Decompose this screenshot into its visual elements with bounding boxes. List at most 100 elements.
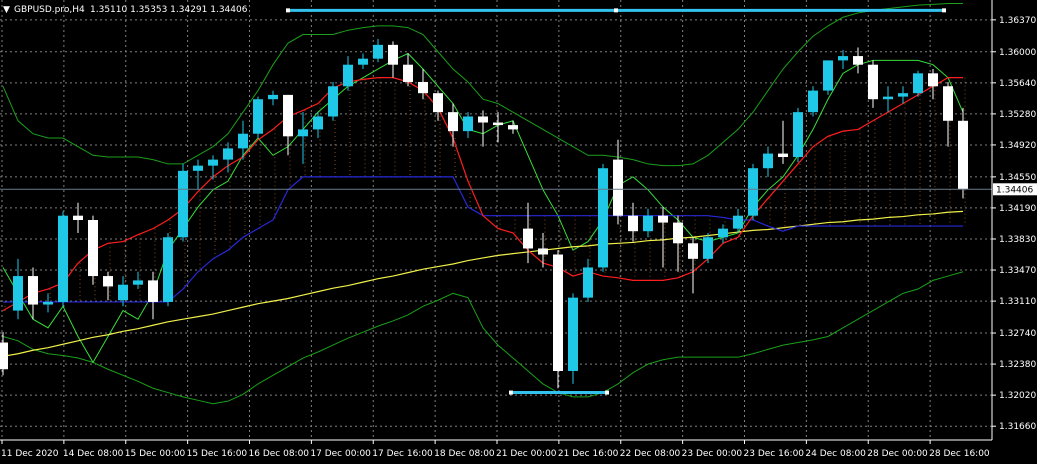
price-tick-label: 1.33830 [999, 235, 1036, 245]
candle-body [673, 222, 683, 244]
candle-body [628, 215, 638, 232]
candle-body [508, 125, 518, 130]
candle-body [703, 237, 713, 259]
time-tick-label: 28 Dec 00:00 [867, 449, 928, 459]
time-tick-label: 24 Dec 08:00 [805, 449, 866, 459]
candle-body [958, 120, 968, 189]
support-handle[interactable] [605, 390, 609, 395]
candle-body [433, 93, 443, 113]
candle-body [808, 90, 818, 113]
candle-body [313, 116, 323, 130]
candle-body [193, 165, 203, 171]
candle-body [403, 64, 413, 82]
candle-body [538, 248, 548, 255]
candle-body [853, 56, 863, 65]
candle-body [373, 44, 383, 59]
price-tick-label: 1.35280 [999, 110, 1036, 120]
time-tick-label: 17 Dec 16:00 [372, 449, 433, 459]
time-tick-label: 15 Dec 16:00 [187, 449, 248, 459]
time-tick-label: 23 Dec 00:00 [682, 449, 743, 459]
candle-body [658, 215, 668, 223]
price-tick-label: 1.34920 [999, 141, 1036, 151]
candle-body [253, 99, 263, 134]
candle-body [178, 170, 188, 238]
time-tick-label: 21 Dec 16:00 [558, 449, 619, 459]
price-tick-label: 1.33470 [999, 266, 1036, 276]
candle-body [133, 280, 143, 285]
symbol-label: GBPUSD.pro,H4 [14, 5, 85, 15]
price-chart[interactable]: 1.36370 1.36000 1.35640 1.35280 1.34920 1.345… [0, 0, 1037, 464]
candle-body [43, 301, 53, 305]
candle-body [493, 122, 503, 126]
candle-body [883, 96, 893, 100]
candle-body [103, 276, 113, 287]
candle-body [583, 267, 593, 298]
candle-body [28, 276, 38, 305]
time-tick-label: 21 Dec 00:00 [496, 449, 557, 459]
price-tick-label: 1.32380 [999, 360, 1036, 370]
candle-body [343, 64, 353, 87]
time-tick-label: 23 Dec 16:00 [744, 449, 805, 459]
current-price-label: 1.34406 [996, 185, 1033, 195]
candle-body [388, 44, 398, 65]
price-tick-label: 1.36370 [999, 16, 1036, 26]
price-tick-label: 1.35640 [999, 79, 1036, 89]
candle-body [688, 243, 698, 259]
candle-body [448, 112, 458, 132]
candle-body [553, 254, 563, 371]
candle-body [928, 73, 938, 87]
candle-body [328, 86, 338, 117]
time-tick-label: 14 Dec 08:00 [63, 449, 124, 459]
candle-body [298, 129, 308, 137]
candle-body [0, 342, 8, 370]
price-tick-label: 1.36000 [999, 48, 1036, 58]
candle-body [823, 60, 833, 91]
candle-body [223, 148, 233, 160]
time-tick-label: 18 Dec 08:00 [434, 449, 495, 459]
time-tick-label: 22 Dec 08:00 [620, 449, 681, 459]
resistance-handle[interactable] [942, 8, 946, 13]
time-tick-label: 28 Dec 16:00 [929, 449, 990, 459]
price-tick-label: 1.32740 [999, 329, 1036, 339]
resistance-handle[interactable] [614, 8, 618, 13]
candle-body [763, 153, 773, 169]
candle-body [898, 93, 908, 97]
candle-body [643, 215, 653, 232]
candle-body [778, 153, 788, 158]
candle-body [943, 86, 953, 121]
candle-body [358, 58, 368, 65]
candle-body [238, 133, 248, 149]
collapse-triangle-icon[interactable]: ▼ [3, 5, 10, 15]
resistance-handle[interactable] [286, 8, 290, 13]
candle-body [73, 215, 83, 220]
candle-body [598, 168, 608, 268]
candle-body [523, 228, 533, 249]
candle-body [793, 112, 803, 158]
price-tick-label: 1.33110 [999, 297, 1036, 307]
candle-body [748, 168, 758, 216]
candle-body [613, 159, 623, 216]
candle-body [733, 215, 743, 229]
price-tick-label: 1.34550 [999, 173, 1036, 183]
time-tick-label: 15 Dec 00:00 [125, 449, 186, 459]
candle-body [208, 159, 218, 166]
time-tick-label: 16 Dec 08:00 [249, 449, 310, 459]
candle-body [463, 116, 473, 132]
candle-body [478, 116, 488, 123]
candle-body [58, 215, 68, 302]
candle-body [13, 276, 23, 311]
candle-body [718, 228, 728, 238]
chart-header: ▼ GBPUSD.pro,H4 1.35110 1.35353 1.34291 … [3, 5, 248, 15]
price-tick-label: 1.34190 [999, 204, 1036, 214]
candle-body [568, 297, 578, 371]
time-tick-label: 11 Dec 2020 [1, 449, 59, 459]
chart-background [0, 0, 1037, 464]
ohlc-label: 1.35110 1.35353 1.34291 1.34406 [90, 5, 248, 15]
support-handle[interactable] [509, 390, 513, 395]
candle-body [838, 56, 848, 61]
candle-body [913, 73, 923, 94]
candle-body [868, 64, 878, 100]
candle-body [418, 81, 428, 94]
candle-body [163, 237, 173, 302]
candle-body [88, 220, 98, 277]
